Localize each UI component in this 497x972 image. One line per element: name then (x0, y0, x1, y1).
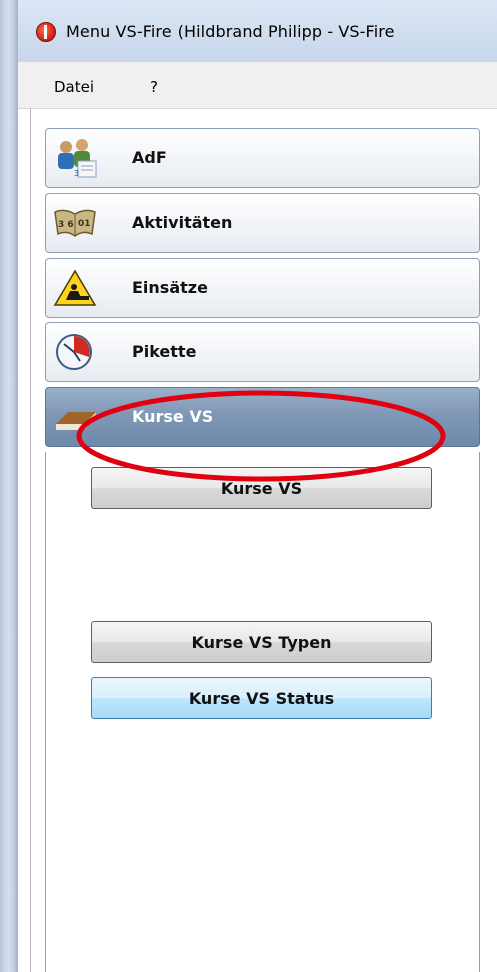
warning-icon (53, 269, 97, 306)
window-title-user: (Hildbrand Philipp - VS-Fire (177, 22, 395, 41)
svg-text:01: 01 (78, 219, 91, 229)
app-fire-icon[interactable] (36, 22, 56, 42)
annotation-ellipse (76, 390, 446, 482)
svg-text:3 6: 3 6 (58, 220, 74, 230)
nav-item-einsaetze-label: Einsätze (132, 278, 208, 297)
nav-item-aktivitaeten[interactable]: 3 6 01 Aktivitäten (45, 193, 480, 253)
clock-icon (56, 334, 92, 370)
window-title: Menu VS-Fire (Hildbrand Philipp - VS-Fire (66, 22, 395, 41)
content-left-divider (30, 108, 31, 972)
nav-item-aktivitaeten-label: Aktivitäten (132, 213, 233, 232)
nav-item-adf[interactable]: 3 AdF (45, 128, 480, 188)
window-left-border (0, 0, 18, 972)
kurse-vs-typen-button[interactable]: Kurse VS Typen (91, 621, 432, 663)
nav-item-einsaetze[interactable]: Einsätze (45, 258, 480, 318)
menu-datei[interactable]: Datei (54, 78, 94, 96)
svg-text:3: 3 (74, 169, 79, 178)
book-icon: 3 6 01 (54, 209, 96, 237)
menu-help[interactable]: ? (150, 78, 158, 96)
people-icon: 3 (58, 139, 97, 178)
nav-item-pikette[interactable]: Pikette (45, 322, 480, 382)
nav-item-adf-label: AdF (132, 148, 167, 167)
window-title-main: Menu VS-Fire (66, 22, 172, 41)
nav-item-pikette-label: Pikette (132, 342, 197, 361)
kurse-vs-status-button[interactable]: Kurse VS Status (91, 677, 432, 719)
